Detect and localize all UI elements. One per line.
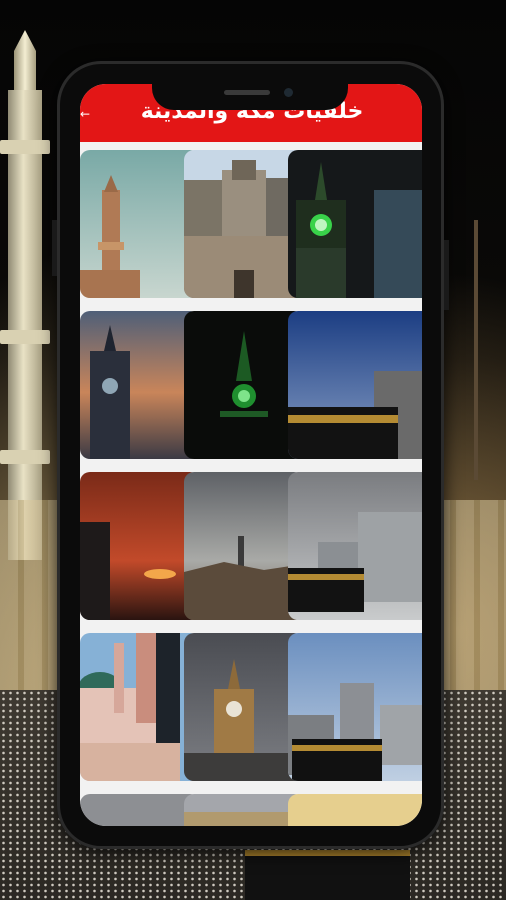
wallpaper-thumbnail[interactable] xyxy=(80,794,200,826)
wallpaper-thumbnail[interactable] xyxy=(288,150,422,298)
wallpaper-grid xyxy=(80,150,422,826)
kaaba-silhouette xyxy=(245,850,410,900)
wallpaper-thumbnail[interactable] xyxy=(184,794,304,826)
phone-screen: ← خلفيات مكة والمدينة xyxy=(80,84,422,826)
front-camera xyxy=(284,88,293,97)
wallpaper-thumbnail[interactable] xyxy=(80,633,200,781)
wallpaper-thumbnail[interactable] xyxy=(288,472,422,620)
wallpaper-thumbnail[interactable] xyxy=(288,633,422,781)
phone-notch xyxy=(152,80,348,110)
wallpaper-thumbnail[interactable] xyxy=(184,311,304,459)
wallpaper-thumbnail[interactable] xyxy=(288,794,422,826)
crane-silhouette xyxy=(474,220,478,480)
wallpaper-thumbnail[interactable] xyxy=(184,472,304,620)
wallpaper-thumbnail[interactable] xyxy=(80,472,200,620)
wallpaper-thumbnail[interactable] xyxy=(288,311,422,459)
speaker-grille xyxy=(224,90,270,95)
phone-side-button xyxy=(52,220,57,276)
wallpaper-thumbnail[interactable] xyxy=(80,311,200,459)
wallpaper-thumbnail[interactable] xyxy=(184,150,304,298)
phone-side-button xyxy=(444,240,449,310)
arrow-back-icon[interactable]: ← xyxy=(80,108,92,120)
wallpaper-thumbnail[interactable] xyxy=(80,150,200,298)
wallpaper-thumbnail[interactable] xyxy=(184,633,304,781)
